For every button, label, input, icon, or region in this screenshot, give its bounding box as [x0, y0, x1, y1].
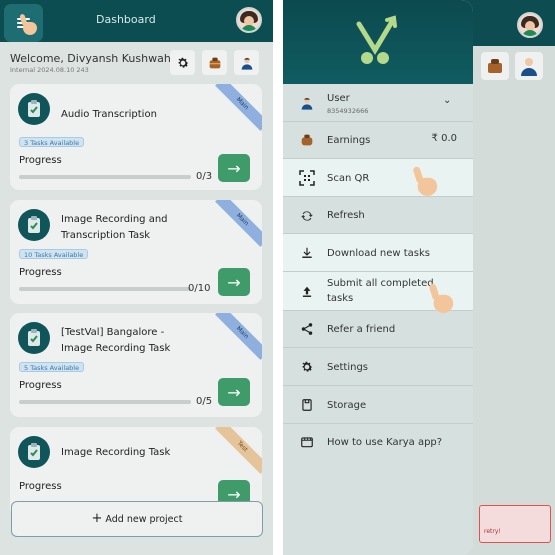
user-account-row[interactable]: User 8354932666 ⌄: [283, 84, 473, 122]
refresh-icon: [299, 208, 315, 224]
arrow-right-icon: →: [227, 158, 241, 178]
menu-item-label-line2: tasks: [327, 293, 354, 304]
plus-icon: +: [91, 511, 103, 526]
menu-item-earnings[interactable]: Earnings ₹ 0.0: [283, 122, 473, 159]
video-icon: [299, 434, 315, 450]
menu-item-refer-friend[interactable]: Refer a friend: [283, 311, 473, 348]
tap-hand-icon: [19, 13, 38, 36]
chevron-down-icon[interactable]: ⌄: [443, 95, 451, 106]
progress-count: 0/3: [196, 171, 213, 182]
menu-item-label: Refer a friend: [327, 324, 396, 335]
progress-label: Progress: [19, 267, 62, 278]
page-title: Dashboard: [96, 13, 156, 26]
screenshot-stage: Dashboard Welcome, Divyansh Kushwaha Int…: [0, 0, 555, 555]
share-icon: [299, 321, 315, 337]
profile-shortcut-button[interactable]: [234, 50, 259, 75]
ribbon-tag: Main: [215, 84, 262, 131]
clipboard-icon: [18, 322, 50, 354]
project-title-line2: Transcription Task: [61, 230, 151, 241]
menu-item-label: Scan QR: [327, 173, 370, 184]
menu-item-download-new-tasks[interactable]: Download new tasks: [283, 234, 473, 272]
drawer-screen: retry! User 8354932666 ⌄ Earnings ₹ 0.0 …: [283, 0, 555, 555]
gear-icon: [177, 57, 188, 68]
progress-label: Progress: [19, 380, 62, 391]
clipboard-icon: [18, 93, 50, 125]
storage-icon: [299, 397, 315, 413]
add-new-project-button[interactable]: + Add new project: [11, 501, 263, 537]
progress-bar: [19, 400, 191, 404]
download-icon: [299, 245, 315, 261]
money-bag-icon: [299, 132, 315, 148]
add-project-label: Add new project: [105, 513, 183, 525]
avatar[interactable]: [517, 12, 543, 38]
project-title: Image Recording Task: [61, 447, 171, 458]
error-text: retry!: [484, 528, 501, 535]
project-title: Image Recording and: [61, 214, 168, 225]
person-icon: [521, 58, 537, 76]
money-bag-icon: [209, 57, 220, 68]
progress-count: 0/5: [196, 396, 213, 407]
menu-item-label: Storage: [327, 400, 367, 411]
menu-item-label: Settings: [327, 362, 369, 373]
arrow-right-icon: →: [227, 272, 241, 292]
qr-scan-icon: [299, 170, 315, 186]
clipboard-icon: [18, 209, 50, 241]
ribbon-tag: Test: [215, 427, 262, 474]
welcome-text: Welcome, Divyansh Kushwaha: [10, 52, 178, 65]
menu-item-refresh[interactable]: Refresh: [283, 197, 473, 234]
person-icon: [301, 97, 313, 110]
settings-shortcut-button[interactable]: [170, 50, 195, 75]
menu-item-settings[interactable]: Settings: [283, 348, 473, 386]
avatar[interactable]: [236, 7, 262, 33]
top-app-bar: Dashboard: [0, 0, 273, 42]
upload-icon: [299, 284, 315, 300]
earnings-shortcut-button[interactable]: [202, 50, 227, 75]
menu-item-storage[interactable]: Storage: [283, 386, 473, 424]
user-label: User: [327, 93, 350, 104]
tasks-available-badge: 10 Tasks Available: [19, 249, 89, 259]
project-card[interactable]: Main Audio Transcription 3 Tasks Availab…: [10, 84, 262, 190]
progress-label: Progress: [19, 155, 62, 166]
user-phone: 8354932666: [327, 107, 369, 115]
tasks-available-badge: 3 Tasks Available: [19, 137, 85, 147]
progress-count: 0/10: [188, 283, 211, 294]
menu-item-label: How to use Karya app?: [327, 437, 443, 448]
person-icon: [241, 57, 252, 70]
tap-hand-icon: [428, 282, 454, 315]
drawer-header: [283, 0, 473, 84]
open-project-button[interactable]: →: [218, 154, 250, 182]
progress-bar: [19, 287, 191, 291]
navigation-drawer: User 8354932666 ⌄ Earnings ₹ 0.0 Scan QR…: [283, 0, 473, 555]
menu-item-label: Refresh: [327, 210, 365, 221]
menu-item-label: Download new tasks: [327, 248, 430, 259]
project-card[interactable]: Main [TestVal] Bangalore - Image Recordi…: [10, 313, 262, 417]
menu-item-how-to-use[interactable]: How to use Karya app?: [283, 424, 473, 462]
open-project-button[interactable]: →: [218, 378, 250, 406]
money-bag-icon: [488, 59, 502, 73]
ribbon-tag: Main: [215, 200, 262, 247]
dashboard-screen: Dashboard Welcome, Divyansh Kushwaha Int…: [0, 0, 273, 555]
earnings-shortcut-button[interactable]: [481, 52, 509, 80]
progress-label: Progress: [19, 481, 62, 492]
tasks-available-badge: 5 Tasks Available: [19, 362, 85, 372]
project-card[interactable]: Main Image Recording and Transcription T…: [10, 200, 262, 304]
menu-item-scan-qr[interactable]: Scan QR: [283, 159, 473, 197]
profile-shortcut-button[interactable]: [515, 52, 543, 80]
progress-bar: [19, 175, 191, 179]
tap-hand-icon: [412, 165, 438, 198]
project-title: [TestVal] Bangalore -: [61, 327, 165, 338]
gear-icon: [299, 359, 315, 375]
project-title-line2: Image Recording Task: [61, 343, 171, 354]
arrow-right-icon: →: [227, 382, 241, 402]
open-project-button[interactable]: →: [218, 268, 250, 296]
clipboard-icon: [18, 436, 50, 468]
project-title: Audio Transcription: [61, 109, 157, 120]
earnings-value: ₹ 0.0: [431, 133, 457, 144]
menu-item-label: Submit all completed: [327, 278, 434, 289]
error-message: retry!: [479, 505, 551, 543]
karya-logo-icon: [356, 15, 397, 64]
ribbon-tag: Main: [215, 313, 262, 360]
internal-version-text: Internal 2024.08.10 243: [10, 66, 89, 74]
menu-item-label: Earnings: [327, 135, 371, 146]
